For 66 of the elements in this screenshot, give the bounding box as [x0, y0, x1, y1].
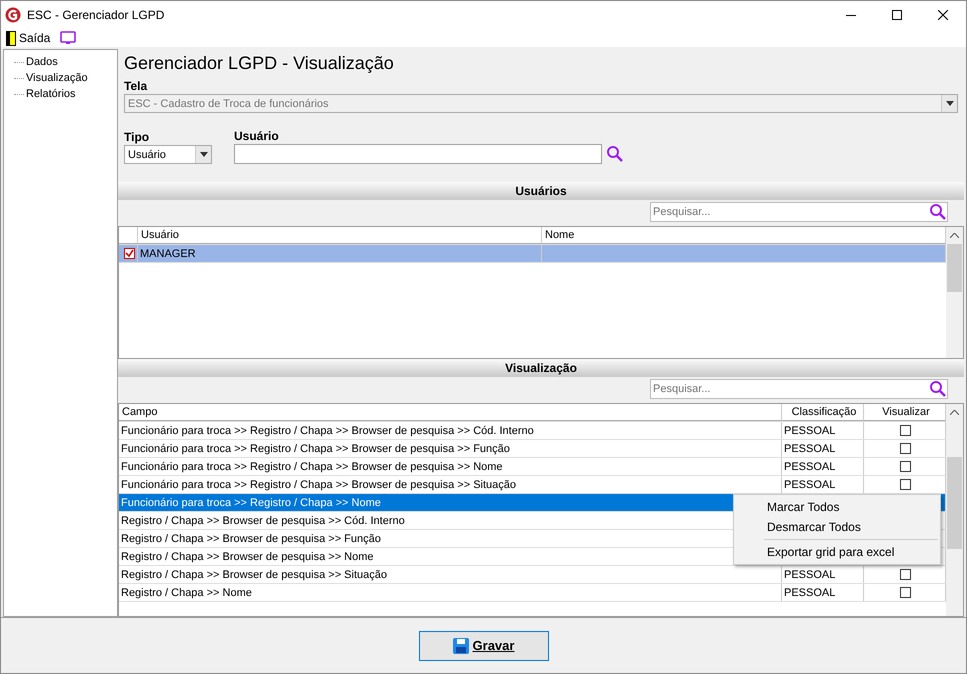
section-header: Visualização: [118, 359, 964, 377]
scrollbar[interactable]: [946, 404, 963, 616]
table-row[interactable]: Funcionário para troca >> Registro / Chapa >> Browser de pesquisa >> Situação PESSOAL: [119, 476, 946, 494]
field-label: Tela: [124, 79, 148, 93]
tree-item[interactable]: Dados: [26, 56, 58, 68]
user-input-field[interactable]: [234, 144, 602, 164]
checkbox[interactable]: [900, 425, 911, 436]
search-icon[interactable]: [929, 203, 947, 221]
search-field[interactable]: Pesquisar...: [650, 379, 948, 399]
checkbox[interactable]: [900, 569, 911, 580]
window-title: ESC - Gerenciador LGPD: [27, 8, 166, 22]
checkbox[interactable]: [900, 443, 911, 454]
table-cell: Funcionário para troca >> Registro / Chapa >> Browser de pesquisa >> Função: [119, 440, 782, 457]
caret-icon: [946, 101, 954, 106]
column-header[interactable]: Campo: [119, 404, 782, 421]
table-cell: Funcionário para troca >> Registro / Chapa >> Browser de pesquisa >> Cód. Interno: [119, 422, 782, 439]
search-icon[interactable]: [929, 380, 947, 398]
maximize-icon: [892, 10, 902, 20]
search-field[interactable]: Pesquisar...: [650, 202, 948, 222]
table-cell: Registro / Chapa >> Browser de pesquisa >> Situação: [119, 566, 782, 583]
door-icon: [6, 30, 16, 46]
column-header[interactable]: Usuário: [138, 227, 542, 244]
search-icon[interactable]: [606, 145, 624, 163]
app-logo-icon: [5, 7, 21, 23]
close-icon: [938, 10, 948, 20]
checkbox[interactable]: [900, 587, 911, 598]
checkbox[interactable]: [124, 248, 134, 259]
scroll-up-icon[interactable]: [950, 410, 959, 415]
table-cell: Funcionário para troca >> Registro / Chapa >> Browser de pesquisa >> Nome: [119, 458, 782, 475]
table-row[interactable]: MANAGER: [119, 245, 946, 263]
table-cell: PESSOAL: [782, 458, 864, 475]
table-row[interactable]: Funcionário para troca >> Registro / Chapa >> Browser de pesquisa >> Função PESSOAL: [119, 440, 946, 458]
minimize-icon: [846, 14, 856, 16]
column-header[interactable]: Classificação: [782, 404, 864, 421]
table-cell: PESSOAL: [782, 566, 864, 583]
field-label: Tipo: [124, 130, 150, 144]
table-cell: PESSOAL: [782, 440, 864, 457]
table-row[interactable]: Registro / Chapa >> Browser de pesquisa >> Situação PESSOAL: [119, 566, 946, 584]
table-row[interactable]: Registro / Chapa >> Nome PESSOAL: [119, 584, 946, 602]
table-cell: MANAGER: [138, 245, 542, 262]
type-dropdown[interactable]: Usuário: [124, 145, 212, 164]
page-title: Gerenciador LGPD - Visualização: [123, 52, 395, 75]
checkbox[interactable]: [900, 479, 911, 490]
tick-icon: [124, 249, 134, 258]
table-cell: PESSOAL: [782, 476, 864, 493]
column-header[interactable]: Nome: [542, 227, 946, 244]
table-cell: Registro / Chapa >> Nome: [119, 584, 782, 601]
field-label: Usuário: [234, 129, 280, 143]
tree-item[interactable]: Relatórios: [26, 88, 76, 100]
caret-icon: [200, 152, 208, 157]
scroll-up-icon[interactable]: [950, 233, 959, 238]
checkbox[interactable]: [900, 461, 911, 472]
table-row[interactable]: Funcionário para troca >> Registro / Chapa >> Browser de pesquisa >> Cód. Interno PESSOAL: [119, 422, 946, 440]
save-button[interactable]: Gravar: [418, 630, 548, 660]
column-header[interactable]: Visualizar: [864, 404, 946, 421]
monitor-icon[interactable]: [60, 31, 76, 45]
exit-menu-item[interactable]: Saída: [4, 30, 52, 46]
section-header: Usuários: [118, 182, 964, 200]
table-cell: PESSOAL: [782, 584, 864, 601]
scrollbar[interactable]: [946, 227, 963, 358]
scrollbar-thumb[interactable]: [947, 244, 962, 292]
table-cell: Funcionário para troca >> Registro / Chapa >> Browser de pesquisa >> Situação: [119, 476, 782, 493]
scrollbar-thumb[interactable]: [947, 457, 962, 549]
table-cell: PESSOAL: [782, 422, 864, 439]
tree-item[interactable]: Visualização: [26, 72, 88, 84]
table-row[interactable]: Funcionário para troca >> Registro / Chapa >> Browser de pesquisa >> Nome PESSOAL: [119, 458, 946, 476]
